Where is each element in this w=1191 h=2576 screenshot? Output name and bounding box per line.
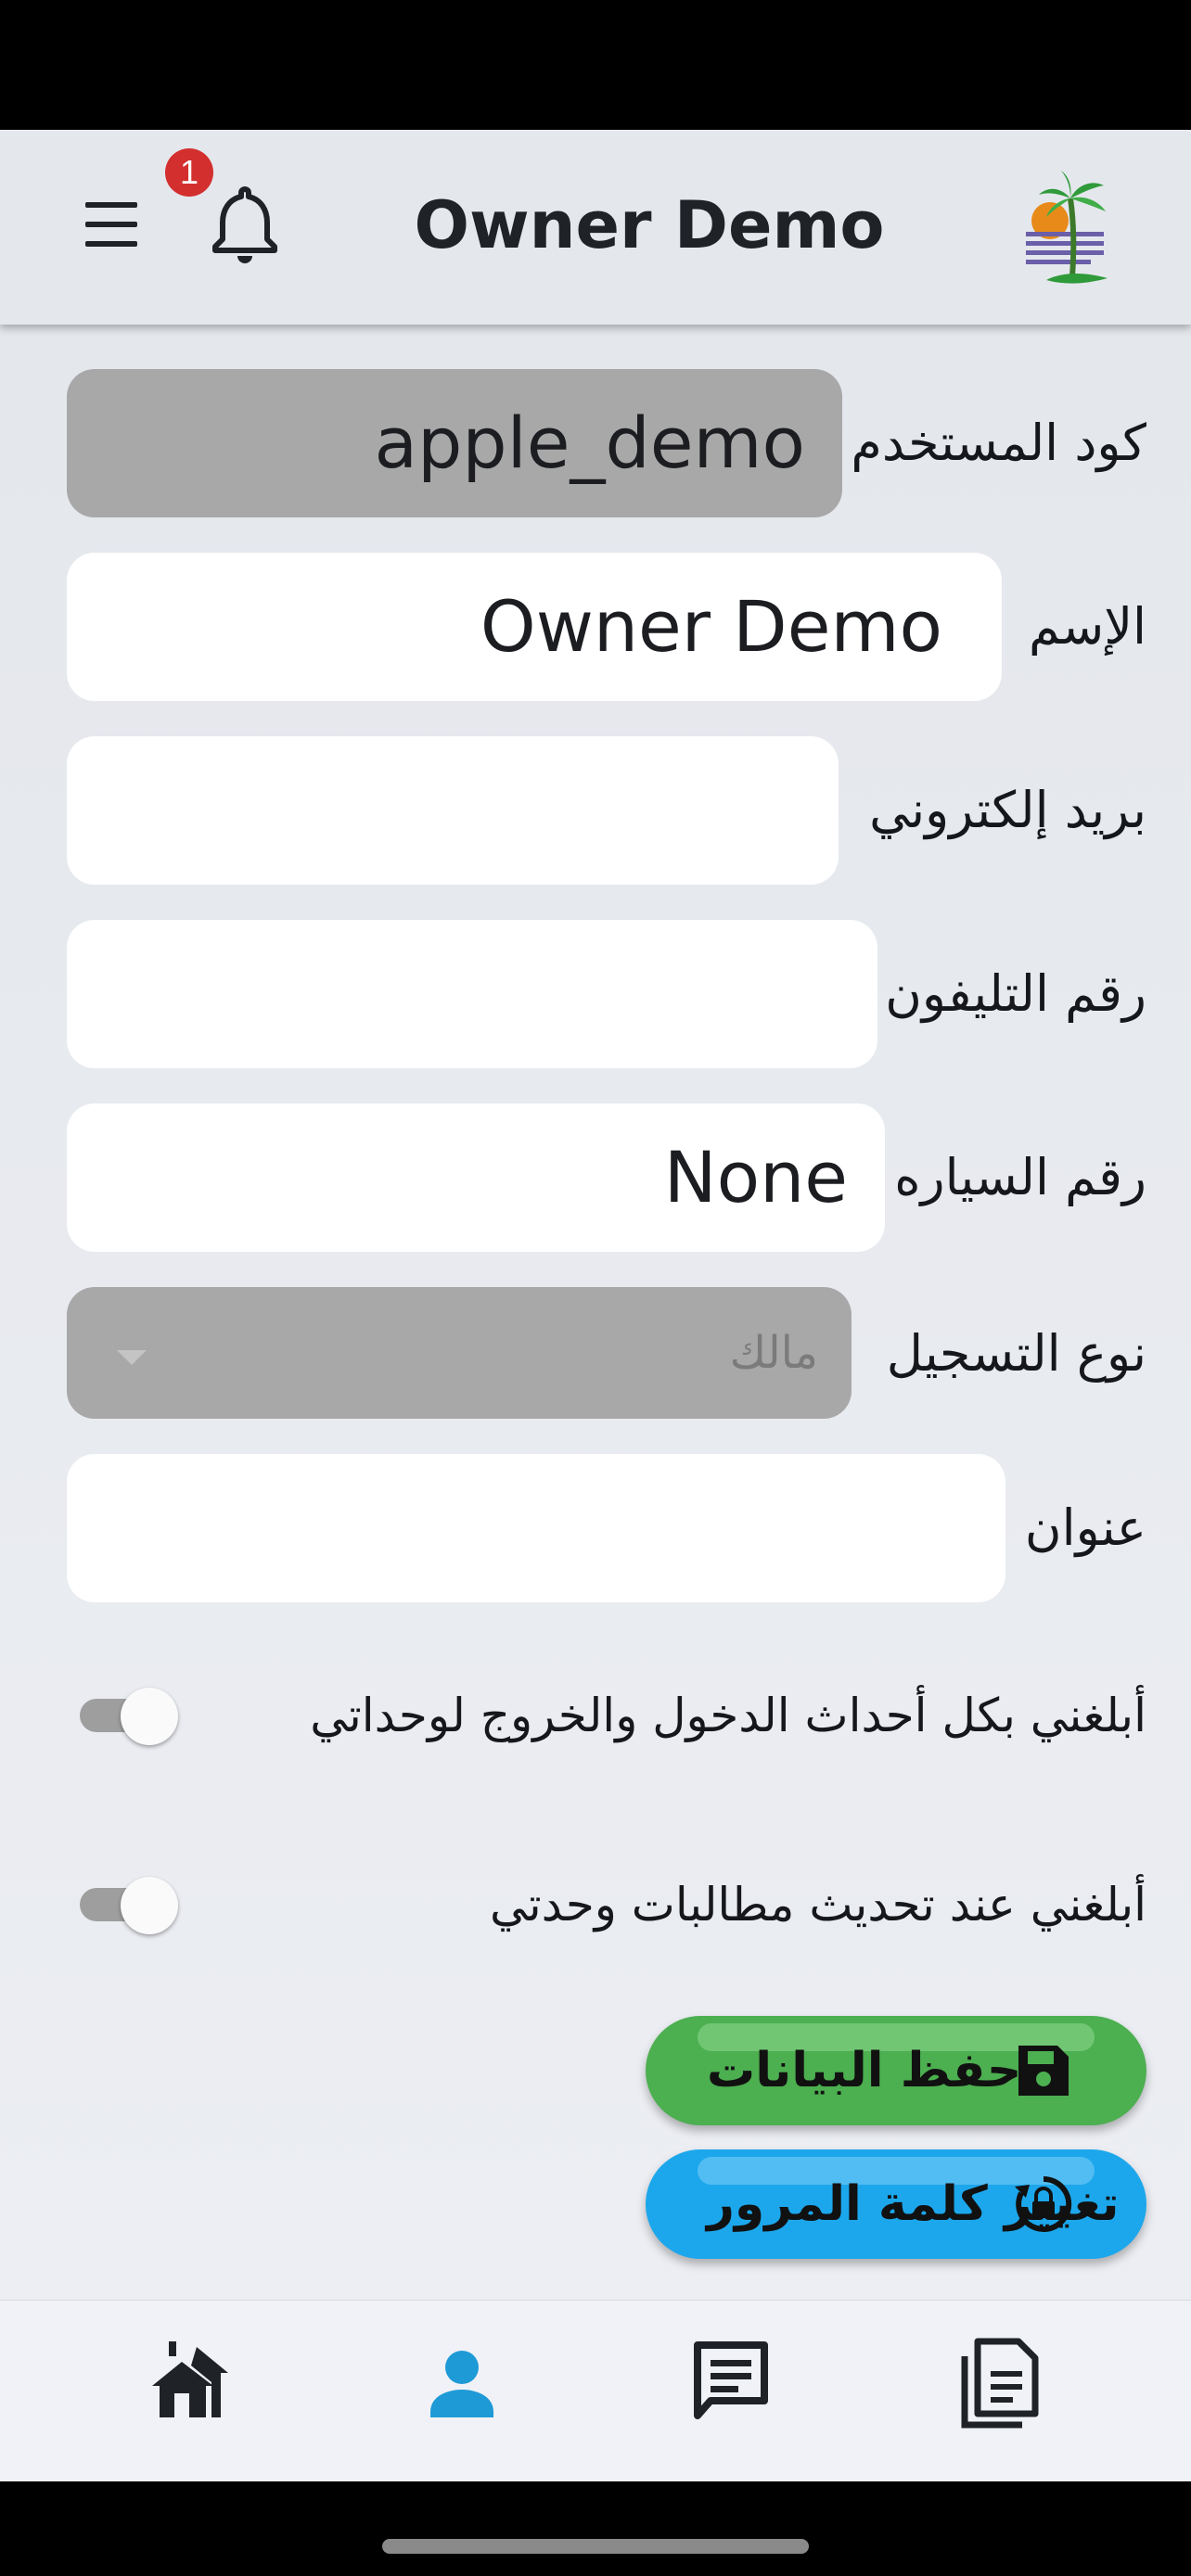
address-field[interactable] bbox=[67, 1454, 1005, 1602]
home-icon bbox=[152, 2341, 228, 2417]
entry-exit-toggle[interactable] bbox=[80, 1688, 178, 1745]
car-number-field[interactable]: None bbox=[67, 1103, 885, 1252]
page-title: Owner Demo bbox=[414, 187, 885, 263]
status-bar bbox=[0, 0, 1191, 130]
email-label: بريد إلكتروني bbox=[869, 781, 1146, 839]
person-icon bbox=[430, 2351, 493, 2417]
username-row: كود المستخدم apple_demo bbox=[0, 369, 1191, 517]
screen: 1 Owner Demo كود المستخدم apple_demo الإ… bbox=[0, 0, 1191, 2576]
nav-documents[interactable] bbox=[944, 2328, 1056, 2440]
email-row: بريد إلكتروني bbox=[0, 736, 1191, 885]
app-bar: 1 Owner Demo bbox=[0, 130, 1191, 325]
notification-badge: 1 bbox=[165, 148, 213, 197]
claims-toggle-row: أبلغني عند تحديث مطالبات وحدتي bbox=[0, 1840, 1191, 1970]
phone-row: رقم التليفون bbox=[0, 920, 1191, 1068]
name-field[interactable]: Owner Demo bbox=[67, 553, 1002, 701]
name-label: الإسم bbox=[1029, 597, 1146, 656]
notification-bell-icon[interactable] bbox=[206, 182, 284, 265]
registration-type-value: مالك bbox=[729, 1327, 818, 1379]
chat-icon bbox=[694, 2341, 768, 2419]
claims-toggle-label: أبلغني عند تحديث مطالبات وحدتي bbox=[490, 1878, 1146, 1932]
username-label: كود المستخدم bbox=[851, 414, 1146, 472]
phone-field[interactable] bbox=[67, 920, 877, 1068]
home-indicator[interactable] bbox=[382, 2539, 809, 2554]
save-icon bbox=[1013, 2040, 1074, 2101]
username-field: apple_demo bbox=[67, 369, 842, 517]
system-gesture-area bbox=[0, 2481, 1191, 2576]
chevron-down-icon bbox=[117, 1350, 147, 1365]
menu-icon[interactable] bbox=[74, 187, 148, 261]
name-row: الإسم Owner Demo bbox=[0, 553, 1191, 701]
car-number-row: رقم السياره None bbox=[0, 1103, 1191, 1252]
address-row: عنوان bbox=[0, 1454, 1191, 1602]
entry-exit-toggle-label: أبلغني بكل أحداث الدخول والخروج لوحداتي bbox=[310, 1689, 1146, 1742]
address-label: عنوان bbox=[1024, 1498, 1146, 1557]
registration-type-label: نوع التسجيل bbox=[886, 1324, 1146, 1383]
save-button-label: حفظ البيانات bbox=[707, 2043, 1022, 2098]
bottom-navigation bbox=[0, 2300, 1191, 2481]
phone-label: رقم التليفون bbox=[885, 964, 1146, 1023]
change-password-button[interactable]: تغيير كلمة المرور bbox=[646, 2149, 1146, 2259]
profile-form: كود المستخدم apple_demo الإسم Owner Demo… bbox=[0, 325, 1191, 2300]
nav-profile[interactable] bbox=[406, 2328, 518, 2440]
nav-messages[interactable] bbox=[675, 2328, 787, 2440]
email-field[interactable] bbox=[67, 736, 839, 885]
document-icon bbox=[961, 2338, 1039, 2429]
save-button[interactable]: حفظ البيانات bbox=[646, 2016, 1146, 2125]
car-number-label: رقم السياره bbox=[894, 1148, 1146, 1206]
app-logo bbox=[1018, 167, 1121, 297]
nav-home[interactable] bbox=[135, 2328, 247, 2440]
entry-exit-toggle-row: أبلغني بكل أحداث الدخول والخروج لوحداتي bbox=[0, 1651, 1191, 1780]
lock-reset-icon bbox=[1013, 2174, 1074, 2235]
registration-type-row: نوع التسجيل مالك bbox=[0, 1287, 1191, 1435]
claims-toggle[interactable] bbox=[80, 1877, 178, 1934]
registration-type-select: مالك bbox=[67, 1287, 852, 1419]
